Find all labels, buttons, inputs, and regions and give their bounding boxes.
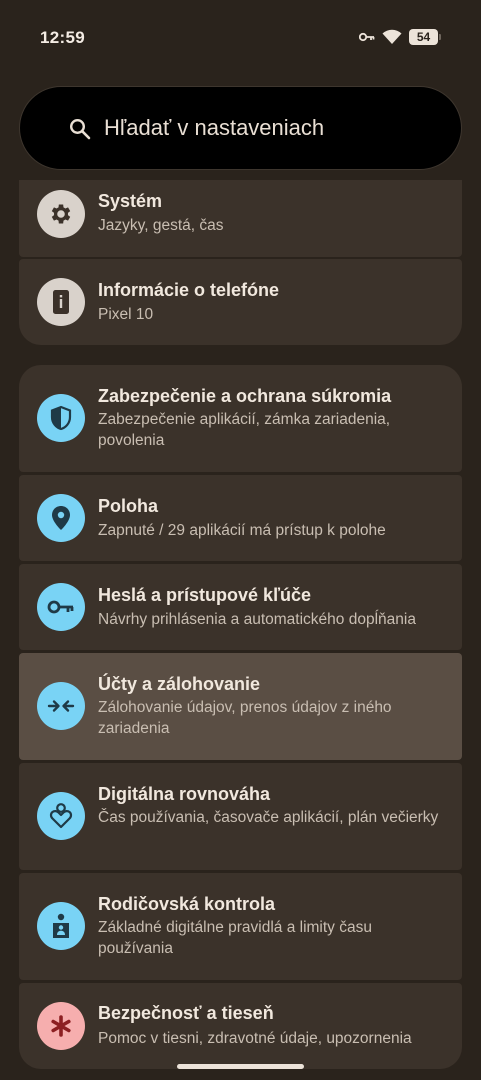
location-pin-icon [37, 494, 85, 542]
row-title: Bezpečnosť a tieseň [98, 1003, 274, 1023]
row-subtitle: Zálohovanie údajov, prenos údajov z inéh… [98, 699, 392, 737]
settings-item-digital-wellbeing[interactable]: Digitálna rovnováha Čas používania, časo… [19, 763, 462, 870]
row-title: Systém [98, 191, 163, 211]
row-subtitle: Jazyky, gestá, čas [98, 217, 224, 234]
asterisk-icon [37, 1002, 85, 1050]
search-placeholder: Hľadať v nastaveniach [104, 115, 325, 140]
row-subtitle: Zabezpečenie aplikácií, zámka zariadenia… [98, 411, 391, 449]
settings-item-location[interactable]: Poloha Zapnuté / 29 aplikácií má prístup… [19, 475, 462, 561]
battery-icon: 54 [409, 29, 441, 45]
wifi-icon [382, 29, 402, 45]
row-subtitle: Pixel 10 [98, 306, 154, 323]
vpn-key-icon [359, 32, 375, 42]
row-subtitle: Základné digitálne pravidlá a limity čas… [98, 919, 372, 957]
status-icons: 54 [359, 29, 441, 45]
family-icon [37, 902, 85, 950]
row-title: Rodičovská kontrola [98, 894, 276, 914]
settings-item-security-privacy[interactable]: Zabezpečenie a ochrana súkromia Zabezpeč… [19, 365, 462, 472]
settings-item-system[interactable]: Systém Jazyky, gestá, čas [19, 180, 462, 257]
row-title: Informácie o telefóne [98, 280, 280, 300]
row-title: Zabezpečenie a ochrana súkromia [98, 386, 392, 406]
phone-info-icon [37, 278, 85, 326]
row-title: Poloha [98, 496, 159, 516]
row-title: Účty a zálohovanie [98, 674, 261, 694]
battery-level: 54 [416, 30, 431, 44]
row-title: Digitálna rovnováha [98, 784, 271, 804]
settings-item-parental-controls[interactable]: Rodičovská kontrola Základné digitálne p… [19, 873, 462, 980]
status-time: 12:59 [40, 28, 85, 47]
shield-icon [37, 394, 85, 442]
settings-screen: 12:59 54 Hľadať v nastaveniach Systém Ja… [0, 0, 481, 1080]
settings-item-accounts-backup[interactable]: Účty a zálohovanie Zálohovanie údajov, p… [19, 653, 462, 760]
key-icon [37, 583, 85, 631]
settings-item-safety-emergency[interactable]: Bezpečnosť a tieseň Pomoc v tiesni, zdra… [19, 983, 462, 1069]
settings-item-passwords[interactable]: Heslá a prístupové kľúče Návrhy prihláse… [19, 564, 462, 650]
row-title: Heslá a prístupové kľúče [98, 585, 312, 605]
status-bar: 12:59 54 [0, 0, 481, 78]
settings-item-about-phone[interactable]: Informácie o telefóne Pixel 10 [19, 259, 462, 345]
home-indicator[interactable] [177, 1064, 304, 1069]
row-subtitle: Pomoc v tiesni, zdravotné údaje, upozorn… [98, 1030, 412, 1047]
row-subtitle: Čas používania, časovače aplikácií, plán… [98, 809, 439, 826]
transfer-arrows-icon [37, 682, 85, 730]
gear-icon [37, 190, 85, 238]
digital-wellbeing-icon [37, 792, 85, 840]
search-bar[interactable]: Hľadať v nastaveniach [19, 86, 462, 170]
row-subtitle: Návrhy prihlásenia a automatického dopĺň… [98, 611, 416, 628]
row-subtitle: Zapnuté / 29 aplikácií má prístup k polo… [98, 522, 386, 539]
search-icon [68, 117, 92, 146]
